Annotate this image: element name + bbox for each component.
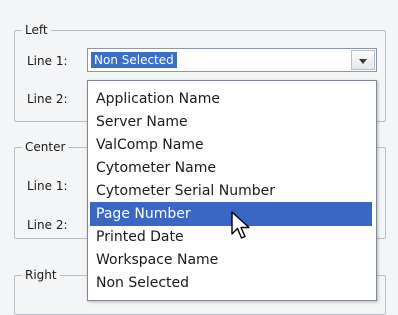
dropdown-option-server-name[interactable]: Server Name — [90, 110, 372, 134]
dropdown-option-non-selected[interactable]: Non Selected — [90, 271, 372, 295]
left-line1-combobox[interactable]: Non Selected — [87, 48, 377, 72]
left-line1-label: Line 1: — [27, 54, 68, 68]
dropdown-option-valcomp-name[interactable]: ValComp Name — [90, 133, 372, 157]
left-group-legend: Left — [22, 22, 51, 38]
left-line1-selected-value: Non Selected — [91, 52, 177, 68]
line-value-dropdown-list[interactable]: Application Name Server Name ValComp Nam… — [87, 80, 377, 301]
center-line1-label: Line 1: — [27, 179, 68, 193]
right-group-legend: Right — [22, 267, 60, 283]
left-line1-dropdown-button[interactable] — [351, 50, 375, 70]
dropdown-option-cytometer-serial-number[interactable]: Cytometer Serial Number — [90, 179, 372, 203]
mouse-pointer-icon — [231, 211, 250, 239]
dropdown-option-cytometer-name[interactable]: Cytometer Name — [90, 156, 372, 180]
left-line2-label: Line 2: — [27, 92, 68, 106]
center-group-legend: Center — [22, 139, 69, 155]
dropdown-option-application-name[interactable]: Application Name — [90, 87, 372, 111]
center-line2-label: Line 2: — [27, 218, 68, 232]
chevron-down-icon — [359, 59, 367, 64]
dropdown-option-workspace-name[interactable]: Workspace Name — [90, 248, 372, 272]
